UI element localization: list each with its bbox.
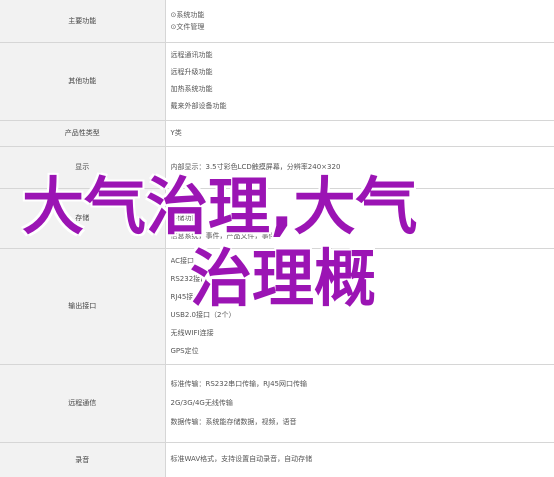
value-line: USB2.0接口（2个） bbox=[170, 311, 236, 319]
row-value: 标准传输：RS232串口传输，RJ45网口传输 2G/3G/4G无线传输 数据传… bbox=[165, 364, 554, 443]
row-value: Y类 bbox=[165, 120, 554, 147]
value-line: 加热系统功能 bbox=[170, 85, 213, 93]
table-row: 主要功能 ⊙系统功能 ⊙文件管理 bbox=[0, 0, 554, 43]
value-line: 标准传输：RS232串口传输，RJ45网口传输 bbox=[170, 379, 308, 388]
value-line: 戴来外部设备功能 bbox=[170, 102, 227, 110]
value-line: 远程通讯功能 bbox=[170, 51, 213, 59]
table-row: 产品性类型 Y类 bbox=[0, 120, 554, 147]
value-line: RS232接口 bbox=[170, 275, 208, 283]
row-label: 存储 bbox=[0, 188, 166, 249]
value-line: ⊙系统功能 bbox=[170, 10, 205, 19]
row-label: 远程通信 bbox=[0, 364, 166, 443]
value-line: AC接口 bbox=[170, 257, 195, 265]
row-label: 输出接口 bbox=[0, 248, 166, 365]
value-line: RJ45接口 bbox=[170, 293, 201, 301]
row-label: 产品性类型 bbox=[0, 120, 166, 147]
spec-table: 主要功能 ⊙系统功能 ⊙文件管理 其他功能 远程通讯功能 远程升级功能 加热系统… bbox=[0, 0, 554, 477]
value-line: 无线WIFI连接 bbox=[170, 329, 214, 337]
table-row: 其他功能 远程通讯功能 远程升级功能 加热系统功能 戴来外部设备功能 bbox=[0, 42, 554, 121]
value-line: 存储卡 bbox=[170, 196, 192, 204]
table-row: 显示 内部显示：3.5寸彩色LCD触摸屏幕，分辨率240×320 bbox=[0, 146, 554, 189]
row-value: 存储卡 存储功能 信息系统，事件，产品文件，事件 bbox=[165, 188, 554, 249]
table-row: 输出接口 AC接口 RS232接口 RJ45接口 USB2.0接口（2个） 无线… bbox=[0, 248, 554, 365]
row-label: 显示 bbox=[0, 146, 166, 189]
value-line: ⊙文件管理 bbox=[170, 22, 205, 31]
row-value: 内部显示：3.5寸彩色LCD触摸屏幕，分辨率240×320 bbox=[165, 146, 554, 189]
value-line: 数据传输：系统能存储数据，视频，语音 bbox=[170, 417, 297, 426]
row-value: 远程通讯功能 远程升级功能 加热系统功能 戴来外部设备功能 bbox=[165, 42, 554, 121]
row-label: 主要功能 bbox=[0, 0, 166, 43]
table-row: 录音 标准WAV格式，支持设置自动录音，自动存储 bbox=[0, 442, 554, 477]
row-label: 其他功能 bbox=[0, 42, 166, 121]
value-line: 存储功能 bbox=[170, 214, 199, 222]
row-value: AC接口 RS232接口 RJ45接口 USB2.0接口（2个） 无线WIFI连… bbox=[165, 248, 554, 365]
row-label: 录音 bbox=[0, 442, 166, 477]
value-line: 2G/3G/4G无线传输 bbox=[170, 398, 233, 407]
table-row: 远程通信 标准传输：RS232串口传输，RJ45网口传输 2G/3G/4G无线传… bbox=[0, 364, 554, 443]
value-line: 信息系统，事件，产品文件，事件 bbox=[170, 232, 276, 240]
row-value: 标准WAV格式，支持设置自动录音，自动存储 bbox=[165, 442, 554, 477]
value-line: GPS定位 bbox=[170, 347, 199, 355]
row-value: ⊙系统功能 ⊙文件管理 bbox=[165, 0, 554, 43]
table-row: 存储 存储卡 存储功能 信息系统，事件，产品文件，事件 bbox=[0, 188, 554, 249]
value-line: 远程升级功能 bbox=[170, 68, 213, 76]
